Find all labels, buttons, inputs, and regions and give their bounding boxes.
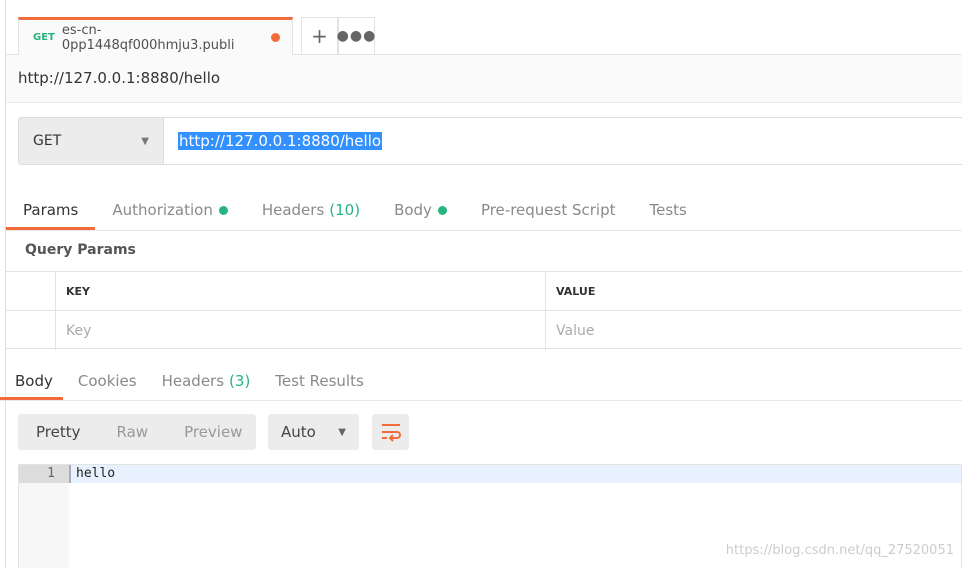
checkbox-column: [6, 272, 56, 310]
unsaved-dot-icon: [271, 33, 280, 42]
table-header: KEY VALUE: [6, 272, 962, 311]
raw-button[interactable]: Raw: [99, 423, 167, 441]
tab-label: Params: [23, 201, 79, 219]
wrap-lines-button[interactable]: [372, 414, 409, 450]
chevron-down-icon: ▼: [141, 135, 149, 147]
plus-icon: +: [311, 24, 328, 48]
method-value: GET: [33, 133, 62, 149]
code-line: hello: [69, 465, 961, 483]
tab-label: Body: [15, 372, 53, 390]
table-row: Key Value: [6, 311, 962, 350]
tab-label: Authorization: [112, 201, 213, 219]
tab-label: Test Results: [275, 372, 364, 390]
tab-authorization[interactable]: Authorization: [95, 190, 244, 230]
url-input[interactable]: http://127.0.0.1:8880/hello: [163, 117, 962, 165]
chevron-down-icon: ▼: [338, 426, 346, 438]
pretty-button[interactable]: Pretty: [18, 423, 99, 441]
tab-method: GET: [33, 32, 55, 43]
more-icon: ●●●: [336, 28, 377, 44]
tab-tests[interactable]: Tests: [633, 190, 704, 230]
tab-label: Cookies: [77, 372, 137, 390]
response-tabs: Body Cookies Headers (3) Test Results: [0, 362, 962, 401]
value-header: VALUE: [556, 284, 596, 298]
line-number: 1: [19, 465, 69, 483]
watermark: https://blog.csdn.net/qq_27520051: [725, 543, 954, 558]
request-tab[interactable]: GET es-cn-0pp1448qf000hmju3.publi: [18, 17, 293, 55]
tab-response-headers[interactable]: Headers (3): [147, 362, 261, 400]
tab-label: Pre-request Script: [480, 201, 616, 219]
tab-title: es-cn-0pp1448qf000hmju3.publi: [61, 22, 235, 53]
value-input[interactable]: Value: [546, 311, 962, 350]
wrap-icon: [381, 424, 401, 442]
tab-response-body[interactable]: Body: [0, 362, 63, 400]
more-tabs-button[interactable]: ●●●: [336, 17, 377, 54]
view-mode-group: Pretty Raw Preview: [18, 414, 256, 450]
query-params-title: Query Params: [25, 242, 136, 258]
status-dot-icon: [437, 205, 447, 215]
status-dot-icon: [218, 205, 228, 215]
tab-body[interactable]: Body: [377, 190, 464, 230]
key-input[interactable]: Key: [56, 311, 546, 350]
key-header: KEY: [56, 272, 546, 310]
params-table: KEY VALUE Key Value: [6, 271, 962, 350]
tab-label: Tests: [649, 201, 687, 219]
headers-count: (3): [229, 372, 251, 390]
new-tab-button[interactable]: +: [301, 17, 338, 54]
row-checkbox[interactable]: [6, 311, 56, 350]
request-title: http://127.0.0.1:8880/hello: [6, 55, 962, 103]
format-select[interactable]: Auto ▼: [268, 414, 359, 450]
tab-cookies[interactable]: Cookies: [63, 362, 147, 400]
url-text: http://127.0.0.1:8880/hello: [178, 132, 383, 150]
tab-headers[interactable]: Headers (10): [245, 190, 377, 230]
request-tabs: Params Authorization Headers (10) Body Pr…: [6, 190, 962, 231]
tab-label: Body: [394, 201, 432, 219]
tab-pre-request-script[interactable]: Pre-request Script: [464, 190, 633, 230]
preview-button[interactable]: Preview: [166, 423, 260, 441]
method-select[interactable]: GET ▼: [18, 117, 164, 165]
tab-label: Headers: [161, 372, 225, 390]
tab-test-results[interactable]: Test Results: [260, 362, 373, 400]
tab-label: Headers: [261, 201, 325, 219]
tab-params[interactable]: Params: [6, 190, 96, 230]
headers-count: (10): [329, 201, 361, 219]
format-value: Auto: [281, 423, 316, 441]
